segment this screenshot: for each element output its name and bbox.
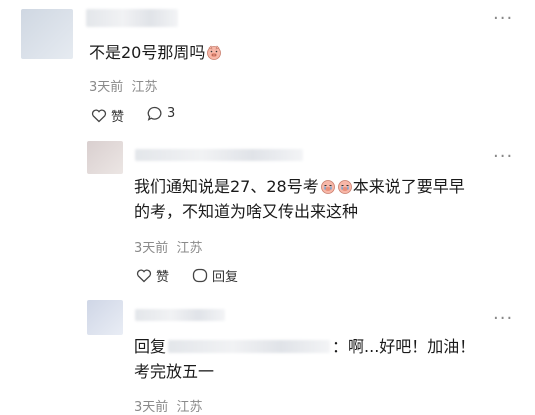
more-options-icon[interactable]: ··· [493, 310, 513, 328]
like-button[interactable]: 赞 [136, 266, 169, 285]
comment-text: 回复 ：啊...好吧！加油！ 考完放五一 [134, 337, 476, 381]
comment-text: 我们通知说是27、28号考 本来说了要早早 的考，不知道为啥又传出来这种 [134, 177, 465, 221]
username-blurred[interactable] [86, 9, 178, 27]
comment-meta: 3天前 江苏 [89, 80, 158, 95]
more-options-icon[interactable]: ··· [493, 148, 513, 166]
username-blurred[interactable] [135, 309, 225, 321]
reply-button[interactable]: 回复 [192, 266, 238, 285]
crying-pig-icon [337, 180, 352, 194]
username-blurred[interactable] [135, 149, 303, 161]
pig-face-icon [207, 45, 222, 60]
heart-icon [91, 109, 107, 123]
comment-bubble-icon [147, 106, 162, 121]
avatar[interactable] [87, 300, 123, 335]
comment-text: 不是20号那周吗 [89, 40, 222, 65]
more-options-icon[interactable]: ··· [493, 10, 513, 28]
heart-icon [136, 269, 152, 283]
reply-count-button[interactable]: 3 [147, 106, 175, 121]
like-button[interactable]: 赞 [91, 106, 124, 125]
reply-target-blurred[interactable] [168, 340, 331, 353]
avatar[interactable] [87, 141, 123, 174]
reply-bubble-icon [192, 268, 208, 283]
avatar[interactable] [21, 9, 73, 59]
crying-pig-icon [320, 180, 335, 194]
comment-meta: 3天前 江苏 [134, 400, 203, 415]
comment-meta: 3天前 江苏 [134, 241, 203, 256]
